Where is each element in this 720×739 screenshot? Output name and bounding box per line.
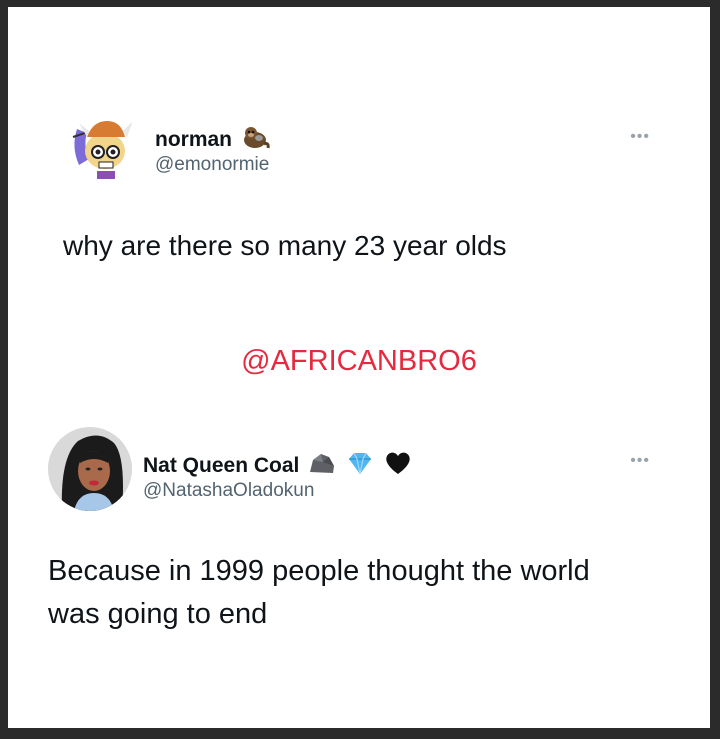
gem-emoji-icon — [345, 448, 375, 483]
tweet-text: Because in 1999 people thought the world… — [48, 555, 590, 630]
display-name[interactable]: norman — [155, 128, 232, 152]
screenshot-frame: norman @emonormie ••• why are there so m… — [8, 7, 710, 728]
more-options-icon[interactable]: ••• — [630, 452, 650, 470]
avatar-norman[interactable] — [63, 107, 139, 183]
tweet-text: why are there so many 23 year olds — [63, 230, 507, 261]
handle[interactable]: @emonormie — [155, 154, 269, 176]
more-options-icon[interactable]: ••• — [630, 128, 650, 146]
watermark-handle: @AFRICANBRO6 — [241, 345, 477, 377]
display-name[interactable]: Nat Queen Coal — [143, 454, 299, 478]
black-heart-emoji-icon — [383, 448, 413, 483]
avatar-nat[interactable] — [48, 427, 132, 511]
handle[interactable]: @NatashaOladokun — [143, 480, 314, 502]
otter-emoji-icon — [240, 122, 270, 157]
rock-emoji-icon — [307, 448, 337, 483]
